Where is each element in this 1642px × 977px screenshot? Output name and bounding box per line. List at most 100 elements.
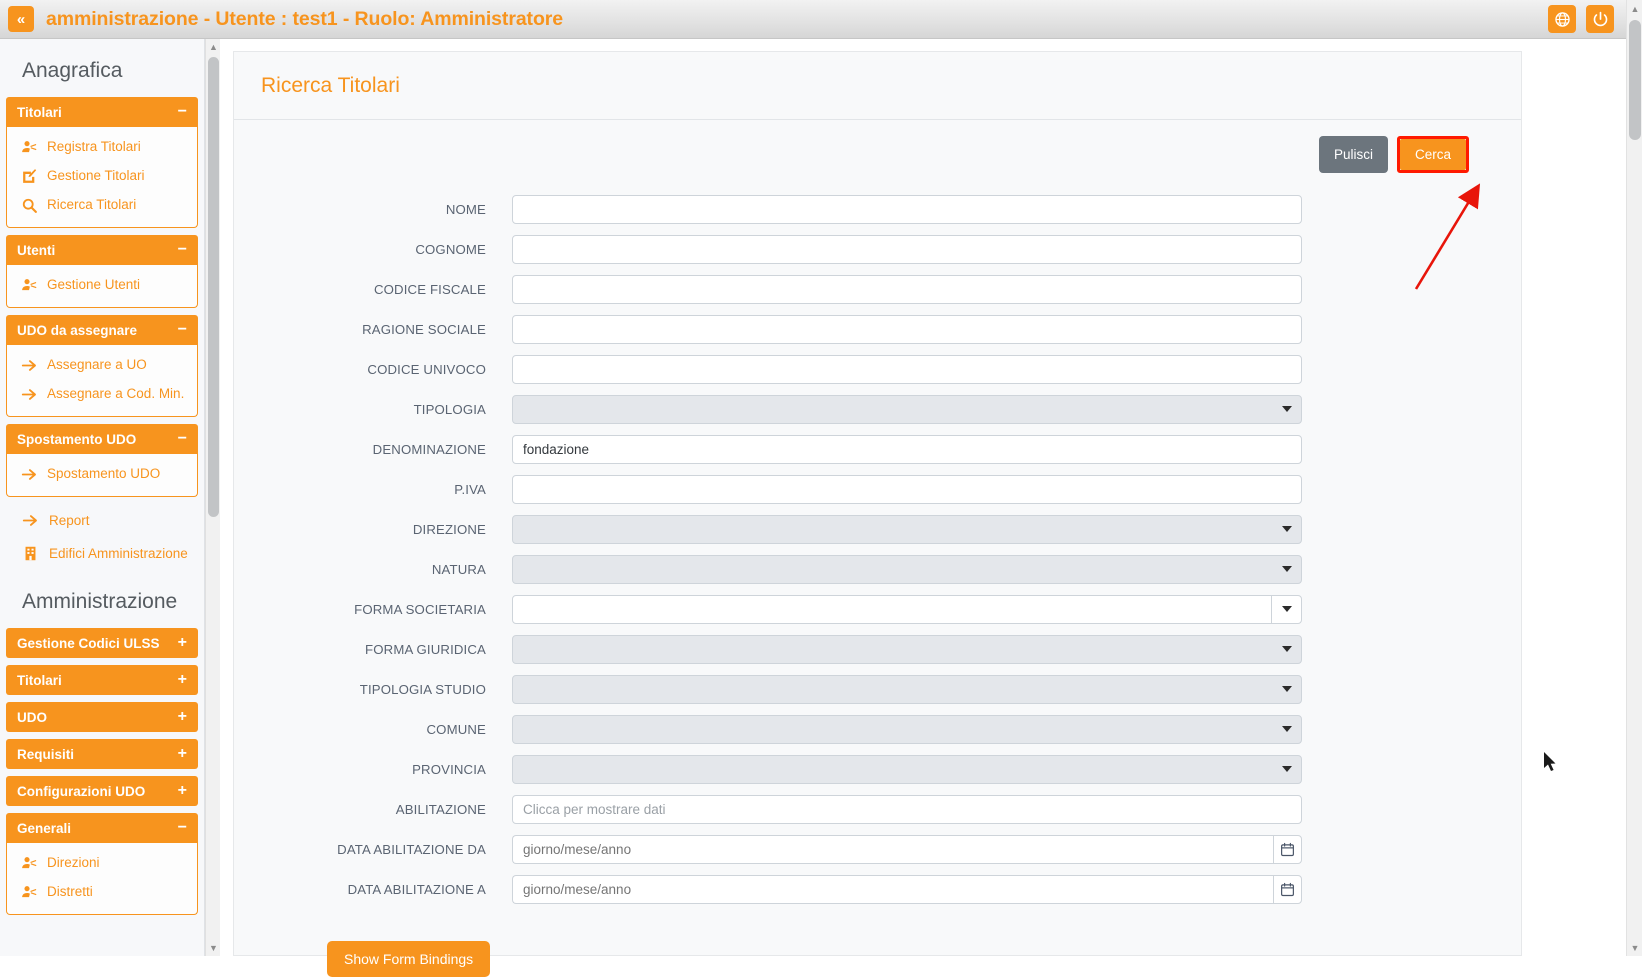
sidebar-panel: Utenti − Gestione Utenti <box>6 235 198 308</box>
sidebar-panel: UDO + <box>6 702 198 732</box>
chevron-down-icon[interactable] <box>1282 766 1292 772</box>
sidebar-item-assegnare-a-cod-min-[interactable]: Assegnare a Cod. Min. <box>7 380 197 409</box>
input-data-abilitazione-a[interactable] <box>512 874 1273 904</box>
sidebar-panel-header-generali[interactable]: Generali − <box>6 813 198 843</box>
sidebar-item-label: Distretti <box>47 884 93 900</box>
chevron-down-icon[interactable] <box>1282 646 1292 652</box>
expand-plus-icon[interactable]: + <box>178 634 187 652</box>
clear-button[interactable]: Pulisci <box>1318 136 1388 173</box>
sidebar-item-gestione-titolari[interactable]: Gestione Titolari <box>7 162 197 191</box>
collapse-minus-icon[interactable]: − <box>178 103 187 121</box>
action-button-row: Pulisci Cerca <box>260 136 1495 173</box>
calendar-picker-button-data-abilitazione-a[interactable] <box>1273 874 1302 904</box>
field-control-ragione-sociale <box>512 314 1302 344</box>
input-codice-univoco[interactable] <box>512 354 1302 384</box>
chevron-down-icon[interactable] <box>1282 566 1292 572</box>
scroll-down-arrow-icon[interactable]: ▼ <box>206 940 221 956</box>
chevron-down-icon[interactable] <box>1282 686 1292 692</box>
page-scroll-up-icon[interactable]: ▲ <box>1627 0 1642 17</box>
user-add-icon <box>22 141 37 153</box>
page-scroll-down-icon[interactable]: ▼ <box>1627 939 1642 956</box>
dropdown-natura[interactable] <box>512 554 1302 584</box>
input-codice-fiscale[interactable] <box>512 274 1302 304</box>
expand-plus-icon[interactable]: + <box>178 671 187 689</box>
chevron-down-icon[interactable] <box>1282 406 1292 412</box>
sidebar-panel-header-requisiti[interactable]: Requisiti + <box>6 739 198 769</box>
form-row: ABILITAZIONE <box>260 794 1495 824</box>
sidebar-panel-title: Generali <box>17 820 72 836</box>
input-p-iva[interactable] <box>512 474 1302 504</box>
dropdown-tipologia-studio[interactable] <box>512 674 1302 704</box>
expand-plus-icon[interactable]: + <box>178 782 187 800</box>
sidebar-item-gestione-utenti[interactable]: Gestione Utenti <box>7 271 197 300</box>
field-label-p-iva: P.IVA <box>454 481 486 497</box>
sidebar-item-direzioni[interactable]: Direzioni <box>7 849 197 878</box>
sidebar-scrollbar-thumb[interactable] <box>208 57 219 517</box>
sidebar-item-edifici-amministrazione[interactable]: Edifici Amministrazione <box>6 537 198 570</box>
sidebar-panel-header-titolari[interactable]: Titolari − <box>6 97 198 127</box>
sidebar-panel-body: Direzioni Distretti <box>6 843 198 915</box>
building-icon <box>25 546 36 561</box>
chevron-down-icon[interactable] <box>1271 594 1301 624</box>
dropdown-tipologia[interactable] <box>512 394 1302 424</box>
sidebar-item-ricerca-titolari[interactable]: Ricerca Titolari <box>7 191 197 220</box>
input-abilitazione[interactable] <box>512 794 1302 824</box>
expand-plus-icon[interactable]: + <box>178 745 187 763</box>
collapse-minus-icon[interactable]: − <box>178 430 187 448</box>
sidebar-panel-title: UDO <box>17 709 47 725</box>
calendar-picker-button-data-abilitazione-da[interactable] <box>1273 834 1302 864</box>
sidebar-item-label: Report <box>49 513 90 528</box>
page-scrollbar-thumb[interactable] <box>1629 20 1641 140</box>
sidebar-collapse-button[interactable]: « <box>8 6 34 32</box>
sidebar-panel-header-udo[interactable]: UDO + <box>6 702 198 732</box>
sidebar-panel-header-udo-da-assegnare[interactable]: UDO da assegnare − <box>6 315 198 345</box>
search-button[interactable]: Cerca <box>1399 139 1466 170</box>
collapse-minus-icon[interactable]: − <box>178 819 187 837</box>
input-ragione-sociale[interactable] <box>512 314 1302 344</box>
sidebar-panel-header-configurazioni-udo[interactable]: Configurazioni UDO + <box>6 776 198 806</box>
sidebar-panel-body: Gestione Utenti <box>6 265 198 308</box>
sidebar-item-label: Spostamento UDO <box>47 466 161 482</box>
sidebar-section-heading: Amministrazione <box>22 590 178 613</box>
input-data-abilitazione-da[interactable] <box>512 834 1273 864</box>
sidebar-item-report[interactable]: Report <box>6 504 198 537</box>
sidebar-panel-header-spostamento-udo[interactable]: Spostamento UDO − <box>6 424 198 454</box>
field-label-codice-univoco: CODICE UNIVOCO <box>367 361 486 377</box>
form-row: RAGIONE SOCIALE <box>260 314 1495 344</box>
show-form-bindings-button[interactable]: Show Form Bindings <box>327 941 491 977</box>
sidebar-item-registra-titolari[interactable]: Registra Titolari <box>7 133 197 162</box>
page-scrollbar[interactable]: ▲ ▼ <box>1626 0 1642 956</box>
expand-plus-icon[interactable]: + <box>178 708 187 726</box>
field-control-forma-giuridica <box>512 634 1302 664</box>
chevron-down-icon[interactable] <box>1282 726 1292 732</box>
collapse-minus-icon[interactable]: − <box>178 321 187 339</box>
form-row: FORMA GIURIDICA <box>260 634 1495 664</box>
field-control-denominazione <box>512 434 1302 464</box>
form-row: CODICE FISCALE <box>260 274 1495 304</box>
sidebar-item-distretti[interactable]: Distretti <box>7 878 197 907</box>
chevron-down-icon[interactable] <box>1282 526 1292 532</box>
dropdown-comune[interactable] <box>512 714 1302 744</box>
dropdown-forma-giuridica[interactable] <box>512 634 1302 664</box>
field-label-forma-societaria: FORMA SOCIETARIA <box>354 601 486 617</box>
sidebar-panel-header-titolari[interactable]: Titolari + <box>6 665 198 695</box>
sidebar-panel-header-utenti[interactable]: Utenti − <box>6 235 198 265</box>
sidebar-item-label: Ricerca Titolari <box>47 197 137 213</box>
scroll-up-arrow-icon[interactable]: ▲ <box>206 39 221 55</box>
sidebar-item-spostamento-udo[interactable]: Spostamento UDO <box>7 460 197 489</box>
logout-button[interactable] <box>1586 5 1614 33</box>
sidebar-sections: Anagrafica Titolari − Registra Titolari Ge… <box>6 39 198 915</box>
sidebar-panel-header-gestione-codici-ulss[interactable]: Gestione Codici ULSS + <box>6 628 198 658</box>
input-cognome[interactable] <box>512 234 1302 264</box>
dropdown-provincia[interactable] <box>512 754 1302 784</box>
language-button[interactable] <box>1548 5 1576 33</box>
sidebar-item-assegnare-a-uo[interactable]: Assegnare a UO <box>7 351 197 380</box>
field-control-p-iva <box>512 474 1302 504</box>
input-denominazione[interactable] <box>512 434 1302 464</box>
dropdown-direzione[interactable] <box>512 514 1302 544</box>
dropdown-forma-societaria[interactable] <box>512 594 1302 624</box>
sidebar-scrollbar[interactable]: ▲ ▼ <box>205 39 220 956</box>
input-nome[interactable] <box>512 194 1302 224</box>
card-body: Pulisci Cerca NOME COGNOME CODICE FISCALE R… <box>234 120 1521 977</box>
collapse-minus-icon[interactable]: − <box>178 241 187 259</box>
